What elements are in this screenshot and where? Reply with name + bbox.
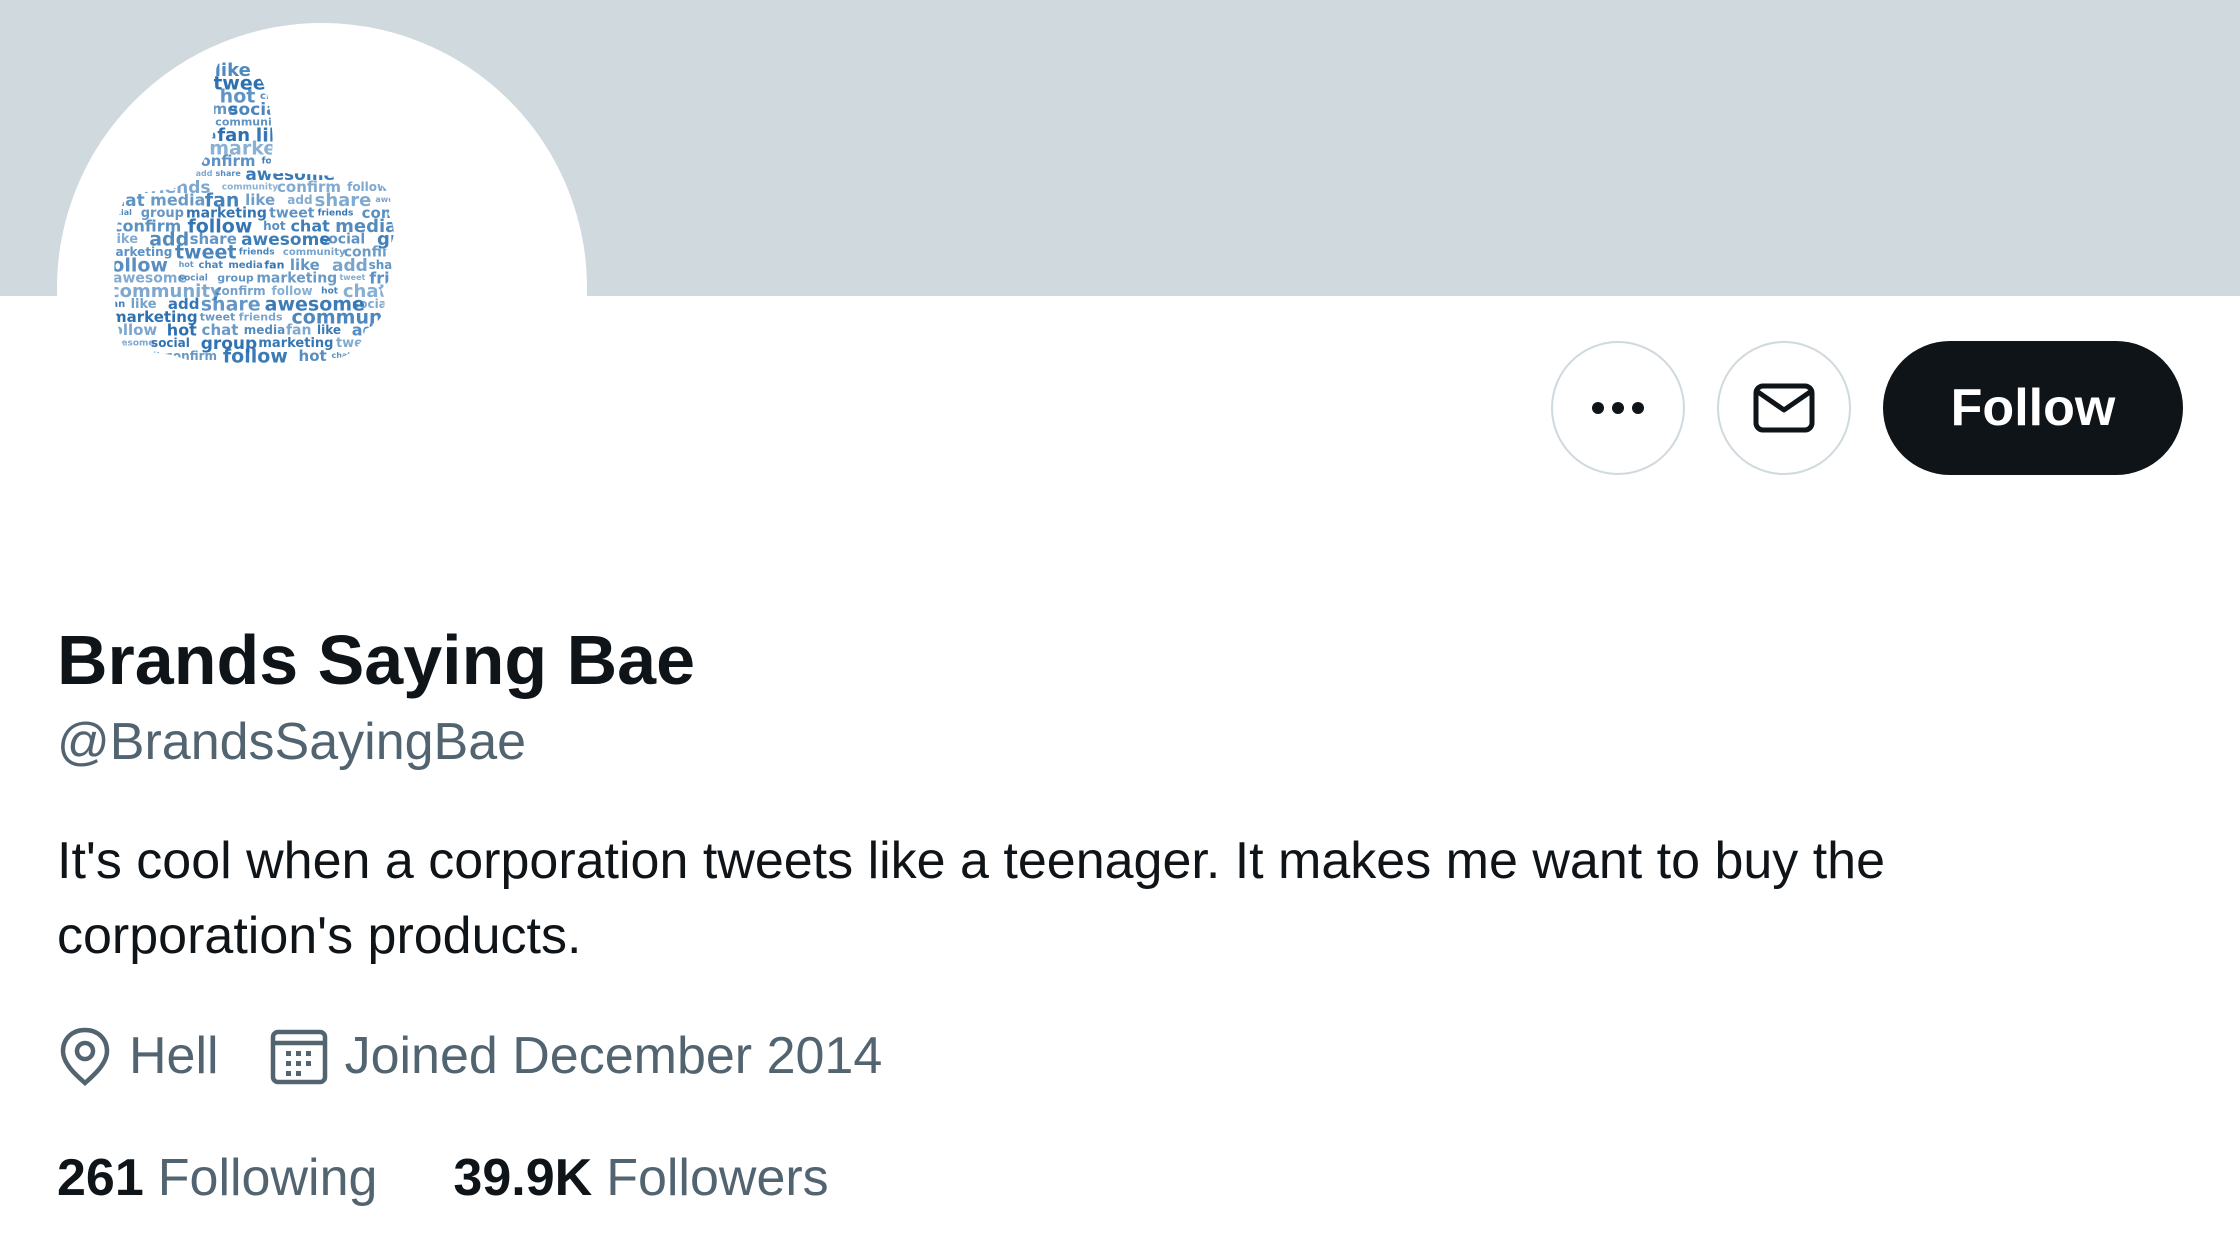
follow-button[interactable]: Follow [1883,341,2183,475]
profile-page: chatmediafanlikeaddshareawesomesocialgro… [0,0,2240,1260]
svg-text:tweet: tweet [107,182,140,193]
profile-bio: It's cool when a corporation tweets like… [57,832,1886,965]
svg-text:hot: hot [299,347,327,365]
svg-text:tweet: tweet [320,141,359,155]
svg-text:hot: hot [179,260,194,269]
svg-text:confirm: confirm [282,115,338,130]
svg-text:fan: fan [329,87,360,107]
svg-text:awesome: awesome [349,65,392,74]
following-link[interactable]: 261 Following [57,1148,377,1208]
svg-text:fan: fan [110,164,143,185]
svg-text:awesome: awesome [391,128,449,141]
svg-text:fan: fan [264,258,284,271]
svg-text:tweet: tweet [336,336,378,351]
message-button[interactable] [1717,341,1851,475]
svg-text:like: like [366,89,390,103]
svg-text:fan: fan [389,349,409,362]
svg-text:confirm: confirm [166,349,217,363]
svg-text:hot: hot [108,128,129,141]
svg-text:marketing: marketing [372,365,424,375]
svg-text:social: social [151,336,190,350]
svg-text:friends: friends [239,248,275,258]
svg-text:add: add [149,360,181,378]
svg-text:community: community [321,73,441,95]
svg-text:follow: follow [343,112,405,133]
display-name: Brands Saying Bae [57,621,695,699]
svg-text:media: media [178,128,216,141]
follow-stats: 261 Following 39.9K Followers [57,1142,829,1214]
following-count: 261 [57,1149,144,1207]
svg-text:share: share [182,362,223,377]
location-item: Hell [57,1026,219,1086]
svg-text:add: add [308,125,342,144]
joined-item: Joined December 2014 [269,1026,883,1086]
more-horizontal-icon [1592,402,1644,414]
svg-text:friends: friends [362,141,414,156]
followers-count: 39.9K [453,1149,593,1207]
svg-text:add: add [400,86,440,108]
svg-text:friends: friends [277,79,313,89]
svg-text:chat: chat [133,125,173,144]
svg-text:community: community [114,154,196,169]
svg-text:fan: fan [184,63,210,79]
thumbs-up-word-cloud-icon: chatmediafanlikeaddshareawesomesocialgro… [105,61,476,378]
location-pin-icon [60,1027,110,1086]
profile-meta: Hell Joined December 2014 [57,1018,882,1094]
svg-text:chat: chat [339,156,359,165]
svg-text:community: community [105,351,168,362]
svg-text:share: share [292,61,346,81]
svg-text:media: media [356,352,387,362]
profile-avatar[interactable]: chatmediafanlikeaddshareawesomesocialgro… [57,23,587,553]
svg-text:share: share [343,128,387,144]
svg-text:chat: chat [199,260,224,271]
svg-text:awesome: awesome [107,339,155,349]
svg-text:like: like [109,362,137,378]
svg-text:media: media [228,260,263,271]
svg-text:group: group [320,360,370,378]
svg-text:social: social [389,65,421,76]
svg-text:hot: hot [397,180,421,195]
svg-text:group: group [363,169,390,178]
profile-handle: @BrandsSayingBae [57,713,527,771]
svg-text:social: social [105,141,144,155]
svg-text:friends: friends [381,333,453,354]
calendar-icon [270,1029,327,1085]
svg-text:media: media [393,284,441,300]
followers-label: Followers [606,1149,829,1207]
svg-text:group: group [155,138,208,157]
svg-text:media: media [363,151,418,170]
svg-text:share: share [387,323,431,339]
svg-text:add: add [264,63,289,77]
svg-text:like: like [317,323,341,337]
svg-text:marketing: marketing [392,167,467,182]
svg-text:awesome: awesome [227,364,270,373]
svg-text:follow: follow [106,321,157,339]
svg-text:marketing: marketing [152,78,210,89]
svg-text:fan: fan [396,216,431,238]
joined-date-text: Joined December 2014 [344,1027,883,1085]
followers-link[interactable]: 39.9K Followers [453,1148,828,1208]
svg-text:media: media [290,89,328,102]
svg-text:chat: chat [331,351,351,360]
svg-text:share: share [216,169,242,178]
svg-text:follow: follow [174,89,212,102]
svg-text:friends: friends [145,113,205,131]
svg-text:group: group [297,105,327,115]
svg-text:marketing: marketing [330,102,405,117]
svg-text:awesome: awesome [375,195,418,204]
more-options-button[interactable] [1551,341,1685,475]
svg-text:like: like [148,165,182,185]
svg-text:friends: friends [239,310,283,323]
location-text: Hell [129,1027,219,1085]
following-label: Following [157,1149,378,1207]
svg-text:confirm: confirm [403,308,476,328]
svg-text:social: social [267,362,309,377]
svg-text:hot: hot [300,151,334,172]
svg-text:group: group [217,271,254,284]
svg-text:group: group [402,299,435,310]
envelope-icon [1753,383,1815,433]
